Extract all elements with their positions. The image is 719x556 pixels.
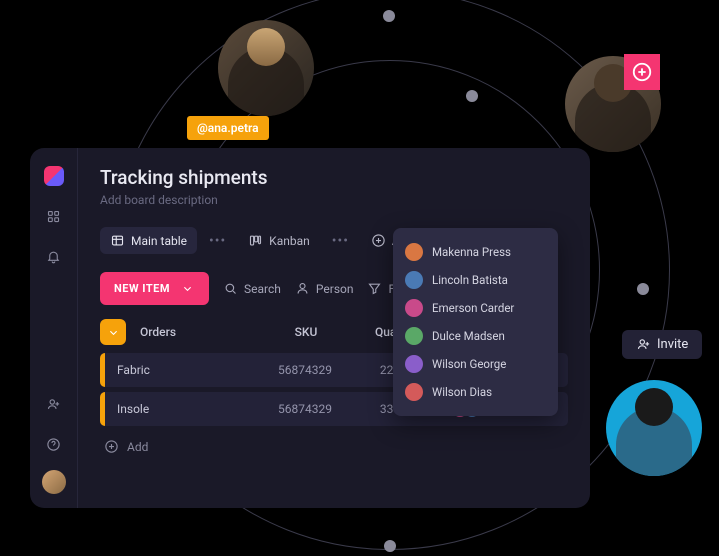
cell-name[interactable]: Insole: [117, 402, 257, 416]
cell-sku[interactable]: 56874329: [257, 363, 353, 377]
person-name: Lincoln Batista: [432, 273, 508, 287]
cell-sku[interactable]: 56874329: [257, 402, 353, 416]
person-label: Person: [316, 282, 354, 296]
plus-circle-icon: [631, 61, 653, 83]
search-label: Search: [244, 282, 281, 296]
person-avatar: [405, 243, 423, 261]
people-popover-item[interactable]: Dulce Madsen: [405, 322, 546, 350]
person-name: Makenna Press: [432, 245, 511, 259]
person-avatar: [405, 299, 423, 317]
table-icon: [110, 233, 125, 248]
person-name: Emerson Carder: [432, 301, 514, 315]
tab-main-table[interactable]: Main table: [100, 227, 197, 254]
kanban-icon: [248, 233, 263, 248]
person-plus-icon: [46, 397, 61, 412]
invite-button[interactable]: Invite: [622, 330, 702, 359]
app-window: Tracking shipments Add board description…: [30, 148, 590, 508]
help-circle-icon: [46, 437, 61, 452]
tab-menu-main-table[interactable]: •••: [205, 233, 230, 249]
page-subtitle[interactable]: Add board description: [100, 193, 568, 207]
person-name: Wilson George: [432, 357, 506, 371]
sidebar-item-help[interactable]: [40, 430, 68, 458]
people-popover-item[interactable]: Lincoln Batista: [405, 266, 546, 294]
row-accent: [100, 353, 105, 387]
tab-label: Kanban: [269, 234, 310, 248]
people-popover-item[interactable]: Wilson Dias: [405, 378, 546, 406]
orbit-dot: [383, 10, 395, 22]
page-title: Tracking shipments: [100, 166, 568, 189]
person-name: Dulce Madsen: [432, 329, 505, 343]
cell-name[interactable]: Fabric: [117, 363, 257, 377]
floating-avatar: [606, 380, 702, 476]
person-name: Wilson Dias: [432, 385, 492, 399]
invite-label: Invite: [657, 337, 688, 352]
plus-circle-icon: [104, 439, 119, 454]
sidebar-item-add-user[interactable]: [40, 390, 68, 418]
new-item-label: NEW ITEM: [114, 282, 170, 295]
add-collaborator-badge[interactable]: [624, 54, 660, 90]
chevron-down-icon: [106, 325, 121, 340]
column-orders[interactable]: Orders: [140, 325, 258, 339]
tab-label: Main table: [131, 234, 187, 248]
filter-tool[interactable]: F: [367, 281, 395, 296]
tab-menu-kanban[interactable]: •••: [328, 233, 353, 249]
group-collapse-button[interactable]: [100, 319, 126, 345]
person-icon: [295, 281, 310, 296]
row-accent: [100, 392, 105, 426]
app-logo[interactable]: [40, 162, 68, 190]
sidebar: [30, 148, 78, 508]
orbit-dot: [466, 90, 478, 102]
chevron-down-icon: [180, 281, 195, 296]
people-popover-item[interactable]: Makenna Press: [405, 238, 546, 266]
person-avatar: [405, 327, 423, 345]
bell-icon: [46, 249, 61, 264]
person-avatar: [405, 383, 423, 401]
sidebar-item-dashboard[interactable]: [40, 202, 68, 230]
person-filter-tool[interactable]: Person: [295, 281, 354, 296]
add-row-button[interactable]: Add: [100, 431, 568, 462]
people-popover-item[interactable]: Emerson Carder: [405, 294, 546, 322]
search-tool[interactable]: Search: [223, 281, 281, 296]
user-tag[interactable]: @ana.petra: [187, 116, 269, 140]
sidebar-user-avatar[interactable]: [42, 470, 66, 494]
main-panel: Tracking shipments Add board description…: [78, 148, 590, 508]
filter-icon: [367, 281, 382, 296]
plus-circle-icon: [371, 233, 386, 248]
new-item-button[interactable]: NEW ITEM: [100, 272, 209, 305]
people-popover: Makenna Press Lincoln Batista Emerson Ca…: [393, 228, 558, 416]
orbit-dot: [384, 540, 396, 552]
floating-avatar: [218, 20, 314, 116]
sidebar-item-notifications[interactable]: [40, 242, 68, 270]
people-popover-item[interactable]: Wilson George: [405, 350, 546, 378]
person-plus-icon: [636, 337, 651, 352]
person-avatar: [405, 271, 423, 289]
column-sku[interactable]: SKU: [258, 325, 354, 339]
grid-icon: [46, 209, 61, 224]
person-avatar: [405, 355, 423, 373]
tab-kanban[interactable]: Kanban: [238, 227, 320, 254]
orbit-dot: [637, 283, 649, 295]
add-label: Add: [127, 440, 148, 454]
search-icon: [223, 281, 238, 296]
